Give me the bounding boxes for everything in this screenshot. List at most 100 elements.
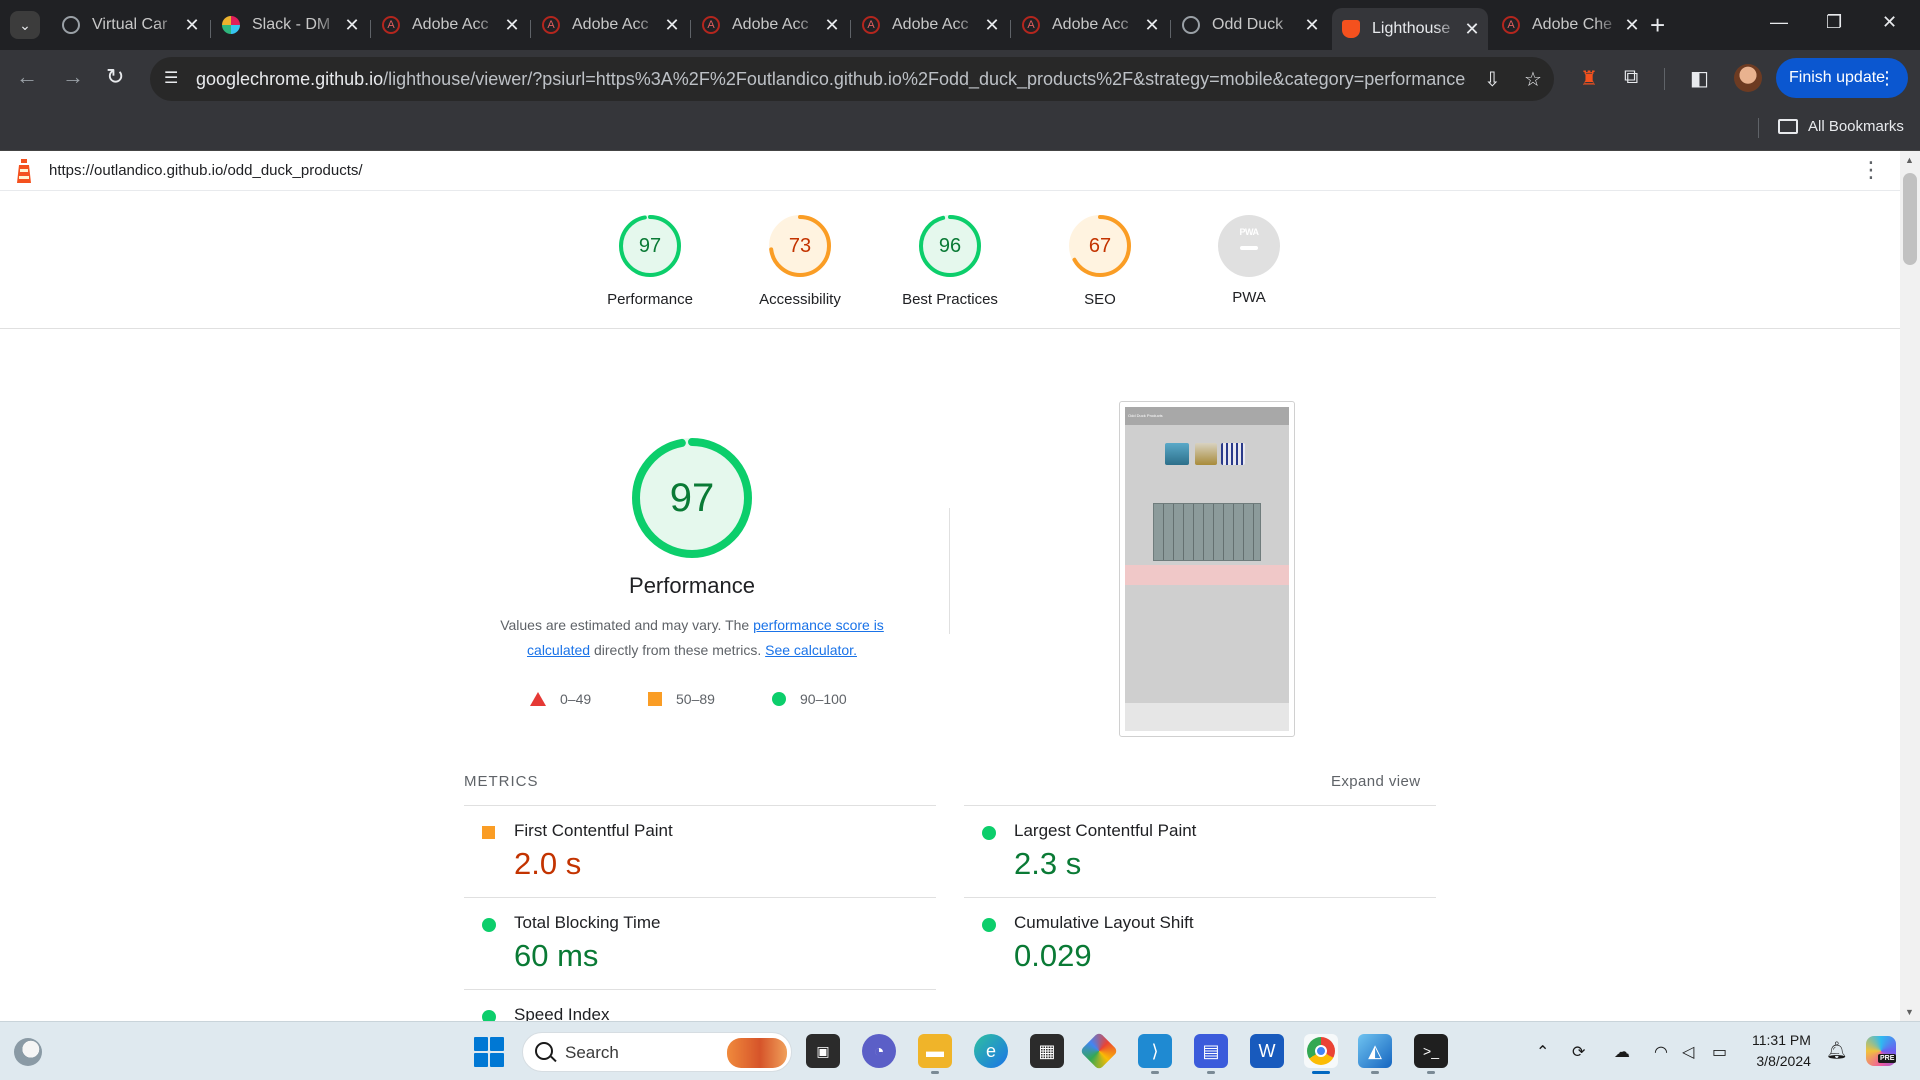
volume-icon[interactable]: ◁ <box>1682 1042 1694 1062</box>
minimize-button[interactable]: — <box>1770 12 1788 33</box>
gitkraken-icon[interactable] <box>1079 1031 1119 1071</box>
bookmarks-bar: All Bookmarks <box>0 108 1920 151</box>
lighthouse-icon <box>1342 20 1360 38</box>
taskbar-search[interactable]: Search <box>522 1032 792 1072</box>
back-button[interactable]: ← <box>16 64 38 90</box>
gauge-ring: 73 <box>767 213 833 279</box>
all-bookmarks-button[interactable]: All Bookmarks <box>1778 118 1904 135</box>
close-tab-icon[interactable]: ✕ <box>1142 15 1162 36</box>
word-icon[interactable]: W <box>1250 1034 1284 1068</box>
tab-separator <box>1170 20 1171 38</box>
tab-6[interactable]: A Adobe Acc ✕ <box>1012 8 1168 42</box>
final-screenshot[interactable]: Odd Duck Products <box>1119 401 1295 737</box>
gauge-accessibility[interactable]: 73 Accessibility <box>735 213 865 308</box>
section-divider <box>949 508 950 634</box>
close-tab-icon[interactable]: ✕ <box>1302 15 1322 36</box>
gauge-performance[interactable]: 97 Performance <box>585 213 715 308</box>
profile-avatar[interactable] <box>1734 64 1762 92</box>
notification-bell-icon[interactable]: 🔔︎ <box>1826 1041 1848 1061</box>
photos-app-icon[interactable]: ◭ <box>1358 1034 1392 1068</box>
bookmark-star-icon[interactable]: ☆ <box>1524 67 1542 92</box>
gauge-seo[interactable]: 67 SEO <box>1035 213 1165 308</box>
gauge-label: SEO <box>1084 291 1116 308</box>
menu-dots-icon[interactable]: ⋮ <box>1878 58 1896 98</box>
wifi-icon[interactable]: ◠ <box>1654 1042 1668 1062</box>
edge-icon[interactable]: e <box>974 1034 1008 1068</box>
close-window-button[interactable]: ✕ <box>1882 12 1897 33</box>
tab-3[interactable]: A Adobe Acc ✕ <box>532 8 688 42</box>
scrollbar-thumb[interactable] <box>1903 173 1917 265</box>
finish-update-button[interactable]: Finish update ⋮ <box>1776 58 1908 98</box>
metric-value: 0.029 <box>1014 938 1092 973</box>
tab-9[interactable]: A Adobe Che ✕ <box>1492 8 1648 42</box>
side-panel-icon[interactable]: ◧ <box>1690 66 1709 91</box>
screenshot-header: Odd Duck Products <box>1125 407 1289 425</box>
tab-2[interactable]: A Adobe Acc ✕ <box>372 8 528 42</box>
system-clock[interactable]: 11:31 PM 3/8/2024 <box>1752 1030 1811 1072</box>
metrics-heading: METRICS <box>464 773 539 790</box>
lighthouse-extension-icon[interactable]: ♜ <box>1580 66 1598 91</box>
address-url[interactable]: googlechrome.github.io/lighthouse/viewer… <box>196 69 1466 90</box>
new-tab-button[interactable]: + <box>1650 12 1665 38</box>
pass-circle-icon <box>482 1010 496 1021</box>
gauge-pwa[interactable]: PWA PWA <box>1184 213 1314 306</box>
close-tab-icon[interactable]: ✕ <box>342 15 362 36</box>
chrome-icon[interactable] <box>1304 1034 1338 1068</box>
tab-0[interactable]: Virtual Car ✕ <box>52 8 208 42</box>
tab-search-button[interactable]: ⌄ <box>10 11 40 39</box>
tab-1[interactable]: Slack - DM ✕ <box>212 8 368 42</box>
metric-value: 2.3 s <box>1014 846 1082 881</box>
install-app-icon[interactable]: ⇩ <box>1484 67 1501 92</box>
tab-7[interactable]: Odd Duck ✕ <box>1172 8 1328 42</box>
see-calculator-link[interactable]: See calculator. <box>765 642 857 658</box>
site-info-icon[interactable]: ☰ <box>164 68 186 90</box>
terminal-icon[interactable]: >_ <box>1414 1034 1448 1068</box>
start-button[interactable] <box>474 1037 504 1067</box>
performance-title: Performance <box>629 573 755 598</box>
metric-fcp: First Contentful Paint 2.0 s <box>464 805 936 897</box>
tab-separator <box>690 20 691 38</box>
reload-button[interactable]: ↻ <box>106 64 124 90</box>
tab-5[interactable]: A Adobe Acc ✕ <box>852 8 1008 42</box>
scanner-app-icon[interactable]: ▤ <box>1194 1034 1228 1068</box>
gauge-ring: 97 <box>617 213 683 279</box>
show-hidden-icons-chevron-icon[interactable]: ⌃ <box>1536 1042 1549 1062</box>
close-tab-icon[interactable]: ✕ <box>1622 15 1642 36</box>
adobe-icon: A <box>542 16 560 34</box>
report-url[interactable]: https://outlandico.github.io/odd_duck_pr… <box>49 162 363 179</box>
gauge-best-practices[interactable]: 96 Best Practices <box>885 213 1015 308</box>
tab-separator <box>1010 20 1011 38</box>
close-tab-icon[interactable]: ✕ <box>502 15 522 36</box>
tab-8[interactable]: Lighthouse ✕ <box>1332 8 1488 50</box>
onedrive-cloud-icon[interactable]: ☁ <box>1614 1042 1630 1062</box>
close-tab-icon[interactable]: ✕ <box>822 15 842 36</box>
adobe-icon: A <box>702 16 720 34</box>
close-tab-icon[interactable]: ✕ <box>982 15 1002 36</box>
scroll-down-icon[interactable]: ▼ <box>1905 1007 1914 1017</box>
battery-icon[interactable]: ▭ <box>1712 1042 1727 1062</box>
vscode-icon[interactable]: ⟩ <box>1138 1034 1172 1068</box>
restore-button[interactable]: ❐ <box>1826 12 1842 33</box>
weather-widget-icon[interactable] <box>14 1038 42 1066</box>
microsoft-store-icon[interactable]: ▦ <box>1030 1034 1064 1068</box>
sync-icon[interactable]: ⟳ <box>1572 1042 1585 1062</box>
search-placeholder: Search <box>565 1043 619 1062</box>
expand-view-toggle[interactable]: Expand view <box>1331 773 1420 790</box>
scrollbar[interactable]: ▲ ▼ <box>1900 151 1920 1021</box>
scroll-up-icon[interactable]: ▲ <box>1905 155 1914 165</box>
address-bar[interactable]: ☰ googlechrome.github.io/lighthouse/view… <box>150 57 1554 101</box>
pass-circle-icon <box>982 826 996 840</box>
metric-value: 2.0 s <box>514 846 582 881</box>
metric-name: Total Blocking Time <box>514 913 661 932</box>
report-menu-icon[interactable]: ⋮ <box>1860 159 1882 181</box>
forward-button[interactable]: → <box>62 64 84 90</box>
extensions-icon[interactable]: ⧉ <box>1624 66 1638 89</box>
close-tab-icon[interactable]: ✕ <box>662 15 682 36</box>
copilot-icon[interactable]: PRE <box>1866 1036 1897 1066</box>
task-view-icon[interactable]: ▣ <box>806 1034 840 1068</box>
close-tab-icon[interactable]: ✕ <box>1462 19 1482 40</box>
tab-4[interactable]: A Adobe Acc ✕ <box>692 8 848 42</box>
close-tab-icon[interactable]: ✕ <box>182 15 202 36</box>
teams-chat-icon[interactable]: ◔ <box>862 1034 896 1068</box>
file-explorer-icon[interactable]: ▬ <box>918 1034 952 1068</box>
